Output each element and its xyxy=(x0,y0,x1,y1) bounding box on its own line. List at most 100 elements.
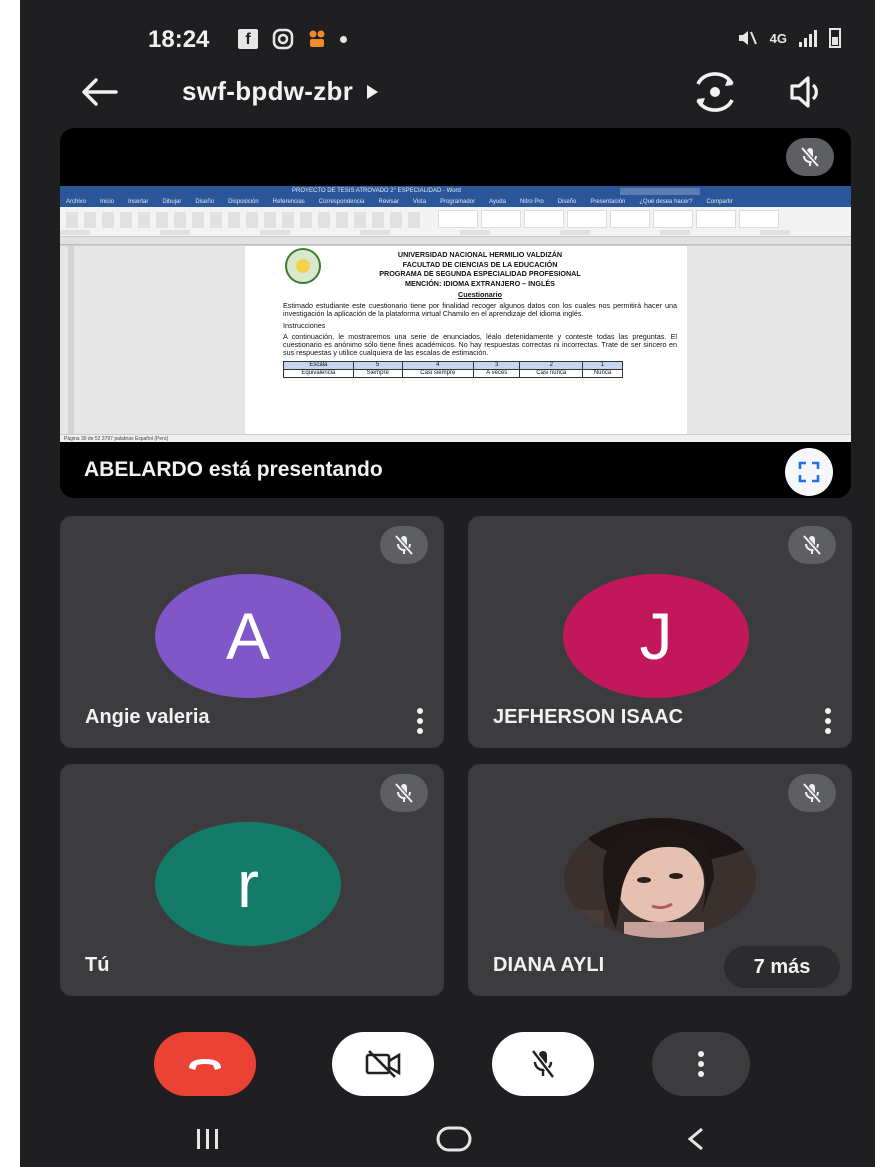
participant-avatar: A xyxy=(155,574,341,698)
participant-tile[interactable]: J JEFHERSON ISAAC xyxy=(468,516,852,748)
mic-off-icon xyxy=(394,782,414,804)
participant-name: Angie valeria xyxy=(85,706,210,728)
shared-screen: PROYECTO DE TESIS ATROVADO 2° ESPECIALID… xyxy=(60,186,851,442)
word-ribbon-tools xyxy=(66,212,426,228)
participant-tile-self[interactable]: r Tú xyxy=(60,764,444,996)
word-ribbon-tab: Presentación xyxy=(590,199,626,205)
word-ribbon-tab: Diseño xyxy=(557,199,577,205)
presentation-tile[interactable]: PROYECTO DE TESIS ATROVADO 2° ESPECIALID… xyxy=(60,128,851,498)
mic-muted-badge xyxy=(380,526,428,564)
word-ribbon-tab: Ayuda xyxy=(489,199,506,205)
participant-menu-icon[interactable] xyxy=(410,704,430,738)
document-intro: Estimado estudiante este cuestionario ti… xyxy=(283,301,677,319)
scale-cell: 3 xyxy=(473,361,521,371)
fullscreen-icon xyxy=(798,461,820,483)
back-arrow-icon[interactable] xyxy=(80,74,120,110)
participant-name: DIANA AYLI xyxy=(493,954,605,976)
word-ribbon-tab: Insertar xyxy=(128,199,149,205)
switch-camera-icon[interactable] xyxy=(692,70,738,114)
participant-menu-icon[interactable] xyxy=(818,704,838,738)
speaker-icon[interactable] xyxy=(786,74,826,110)
mic-off-icon xyxy=(802,782,822,804)
mic-muted-badge xyxy=(380,774,428,812)
university-crest-icon xyxy=(285,248,321,284)
participant-tile[interactable]: A Angie valeria xyxy=(60,516,444,748)
word-document-area: UNIVERSIDAD NACIONAL HERMILIO VALDIZÁN FA… xyxy=(60,246,851,434)
scale-cell: Nunca xyxy=(582,369,623,379)
system-indicators: 4G xyxy=(736,28,841,48)
word-ribbon xyxy=(60,207,851,237)
word-ribbon-tab: Referencias xyxy=(272,199,305,205)
word-ribbon-tab: Inicio xyxy=(100,199,115,205)
word-ribbon-tab: Vista xyxy=(412,199,427,205)
presenting-caption: ABELARDO está presentando xyxy=(84,458,383,481)
word-ruler xyxy=(60,237,851,245)
app-icon xyxy=(309,30,325,47)
mic-muted-badge xyxy=(788,774,836,812)
recent-apps-icon[interactable] xyxy=(194,1126,222,1152)
notification-icons: f xyxy=(238,28,347,50)
word-ribbon-tab: Archivo xyxy=(66,199,87,205)
mic-toggle-button[interactable] xyxy=(492,1032,594,1096)
network-type: 4G xyxy=(769,30,787,46)
presenter-mic-muted-badge xyxy=(786,138,834,176)
document-instructions: A continuación, le mostraremos una serie… xyxy=(283,331,677,358)
battery-icon xyxy=(829,28,841,48)
meeting-header: swf-bpdw-zbr xyxy=(20,70,875,114)
mic-off-icon xyxy=(802,534,822,556)
instagram-icon xyxy=(272,28,294,50)
word-ribbon-tab: ¿Qué desea hacer? xyxy=(639,199,693,205)
scale-table: Escala 5 4 3 2 1 Equivalencia Siempre Casi siemp… xyxy=(283,361,623,379)
clock: 18:24 xyxy=(148,26,210,53)
participant-name: Tú xyxy=(85,954,110,976)
back-nav-icon[interactable] xyxy=(684,1125,708,1153)
expand-triangle-icon xyxy=(367,84,379,99)
scale-cell: Escala xyxy=(283,361,354,371)
facebook-icon: f xyxy=(238,29,258,49)
system-navigation-bar xyxy=(20,1118,875,1167)
word-ribbon-tab: Disposición xyxy=(228,199,259,205)
word-ribbon-tab: Correspondencia xyxy=(318,199,365,205)
participant-tile[interactable]: DIANA AYLI 7 más xyxy=(468,764,852,996)
document-header-line: PROGRAMA DE SEGUNDA ESPECIALIDAD PROFESI… xyxy=(379,269,581,278)
word-vertical-ruler xyxy=(68,246,74,434)
participant-avatar: J xyxy=(563,574,749,698)
more-participants-button[interactable]: 7 más xyxy=(724,946,840,988)
scale-cell: Casi siempre xyxy=(401,369,475,379)
scale-cell: Casi nunca xyxy=(519,369,584,379)
word-ribbon-tab: Nitro Pro xyxy=(519,199,544,205)
word-ribbon-tab: Diseño xyxy=(195,199,215,205)
fullscreen-button[interactable] xyxy=(785,448,833,496)
word-page: UNIVERSIDAD NACIONAL HERMILIO VALDIZÁN FA… xyxy=(245,246,687,434)
dot-icon xyxy=(340,35,347,43)
end-call-button[interactable] xyxy=(154,1032,256,1096)
camera-toggle-button[interactable] xyxy=(332,1032,434,1096)
participant-photo xyxy=(564,818,756,938)
meeting-code[interactable]: swf-bpdw-zbr xyxy=(182,76,379,107)
scale-cell: 1 xyxy=(582,361,623,371)
scale-cell: Equivalencia xyxy=(283,369,354,379)
word-title-bar: PROYECTO DE TESIS ATROVADO 2° ESPECIALID… xyxy=(60,186,851,197)
document-section-title: Cuestionario xyxy=(458,290,502,299)
word-ribbon-tab: Dibujar xyxy=(162,199,182,205)
word-window-title: PROYECTO DE TESIS ATROVADO 2° ESPECIALID… xyxy=(292,188,461,194)
home-icon[interactable] xyxy=(434,1124,474,1154)
mute-notifications-icon xyxy=(738,31,757,45)
scale-cell: Siempre xyxy=(352,369,403,379)
participant-avatar: r xyxy=(155,822,341,946)
camera-off-icon xyxy=(365,1050,401,1078)
word-ribbon-tab: Revisar xyxy=(378,199,399,205)
scale-cell: 2 xyxy=(519,361,584,371)
hang-up-icon xyxy=(189,1059,221,1070)
word-styles-gallery xyxy=(438,210,779,228)
word-ribbon-tab: Programador xyxy=(440,199,476,205)
document-instructions-label: Instrucciones xyxy=(283,320,326,330)
mic-off-icon xyxy=(531,1049,555,1079)
word-search-box xyxy=(620,188,700,195)
mic-muted-badge xyxy=(788,526,836,564)
participant-name: JEFHERSON ISAAC xyxy=(493,706,684,728)
mic-off-icon xyxy=(394,534,414,556)
more-options-button[interactable] xyxy=(652,1032,750,1096)
status-bar: 18:24 f 4G xyxy=(20,22,875,58)
document-header: UNIVERSIDAD NACIONAL HERMILIO VALDIZÁN FA… xyxy=(283,250,677,288)
